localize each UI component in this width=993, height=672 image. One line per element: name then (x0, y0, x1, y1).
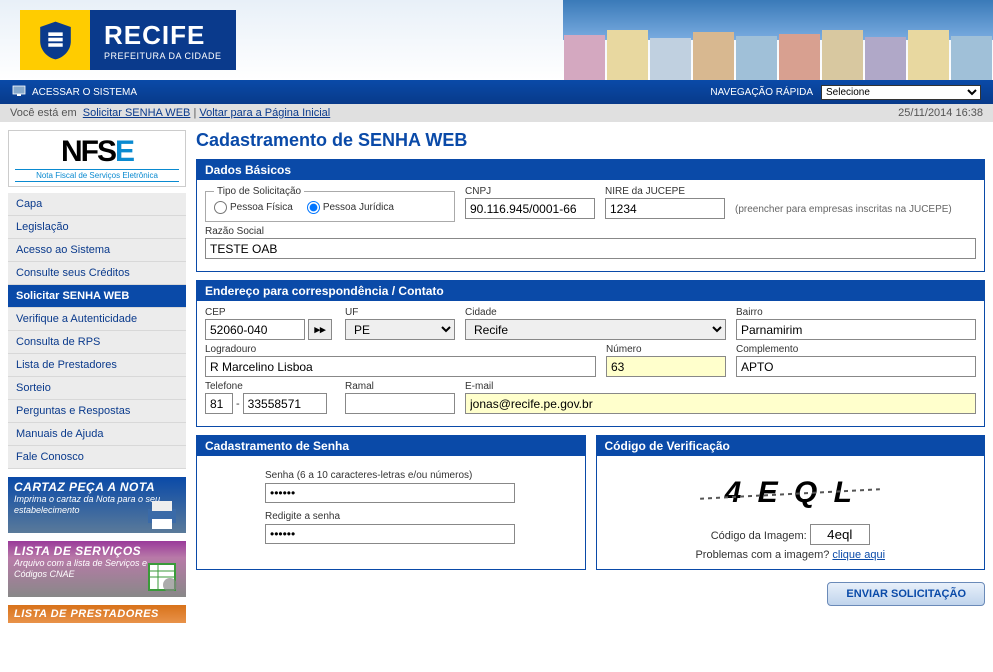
logradouro-input[interactable] (205, 356, 596, 377)
captcha-refresh-link[interactable]: clique aqui (832, 549, 885, 561)
page-timestamp: 25/11/2014 16:38 (898, 107, 983, 119)
breadcrumb-link-2[interactable]: Voltar para a Página Inicial (199, 107, 330, 119)
menu-item-creditos[interactable]: Consulte seus Créditos (8, 262, 186, 285)
sidebar-menu: Capa Legislação Acesso ao Sistema Consul… (8, 193, 186, 469)
panel-senha: Cadastramento de Senha Senha (6 a 10 car… (196, 435, 586, 570)
numero-input[interactable] (606, 356, 726, 377)
panel-endereco: Endereço para correspondência / Contato … (196, 280, 985, 427)
breadcrumb: Você está em Solicitar SENHA WEB | Volta… (0, 104, 993, 122)
logo-city: RECIFE (104, 20, 222, 51)
panel-header-basicos: Dados Básicos (197, 160, 984, 180)
radio-pj[interactable]: Pessoa Jurídica (307, 201, 394, 214)
topbar: ACESSAR O SISTEMA NAVEGAÇÃO RÁPIDA Selec… (0, 80, 993, 104)
nire-hint: (preencher para empresas inscritas na JU… (735, 194, 952, 215)
menu-item-sorteio[interactable]: Sorteio (8, 377, 186, 400)
cnpj-input[interactable] (465, 198, 595, 219)
menu-item-rps[interactable]: Consulta de RPS (8, 331, 186, 354)
promo-cartaz[interactable]: CARTAZ PEÇA A NOTA Imprima o cartaz da N… (8, 477, 186, 533)
nfse-logo: NFSE Nota Fiscal de Serviços Eletrônica (8, 130, 186, 187)
menu-item-contato[interactable]: Fale Conosco (8, 446, 186, 469)
nav-rapid-select[interactable]: Selecione (821, 85, 981, 100)
access-system-link[interactable]: ACESSAR O SISTEMA (32, 87, 137, 98)
nire-input[interactable] (605, 198, 725, 219)
breadcrumb-prefix: Você está em (10, 107, 77, 119)
menu-item-prestadores[interactable]: Lista de Prestadores (8, 354, 186, 377)
page-header: RECIFE PREFEITURA DA CIDADE (0, 0, 993, 80)
ramal-input[interactable] (345, 393, 455, 414)
sidebar: NFSE Nota Fiscal de Serviços Eletrônica … (8, 130, 186, 623)
submit-button[interactable]: ENVIAR SOLICITAÇÃO (827, 582, 985, 606)
monitor-icon (12, 85, 26, 100)
menu-item-manuais[interactable]: Manuais de Ajuda (8, 423, 186, 446)
senha-confirm-input[interactable] (265, 524, 515, 544)
menu-item-senha-web[interactable]: Solicitar SENHA WEB (8, 285, 186, 308)
page-title: Cadastramento de SENHA WEB (196, 130, 985, 151)
nav-rapid-label: NAVEGAÇÃO RÁPIDA (710, 87, 813, 98)
spreadsheet-icon (142, 559, 182, 595)
menu-item-capa[interactable]: Capa (8, 193, 186, 216)
menu-item-acesso[interactable]: Acesso ao Sistema (8, 239, 186, 262)
cidade-select[interactable]: Recife (465, 319, 726, 340)
menu-item-faq[interactable]: Perguntas e Respostas (8, 400, 186, 423)
telefone-input[interactable] (243, 393, 327, 414)
menu-item-legislacao[interactable]: Legislação (8, 216, 186, 239)
captcha-input[interactable] (810, 524, 870, 545)
printer-icon (142, 495, 182, 531)
captcha-image: 4 E Q L (700, 468, 880, 518)
cep-input[interactable] (205, 319, 305, 340)
panel-header-endereco: Endereço para correspondência / Contato (197, 281, 984, 301)
panel-captcha: Código de Verificação 4 E Q L Código da … (596, 435, 986, 570)
senha-input[interactable] (265, 483, 515, 503)
main-content: Cadastramento de SENHA WEB Dados Básicos… (196, 130, 985, 623)
promo-prestadores[interactable]: LISTA DE PRESTADORES (8, 605, 186, 623)
breadcrumb-link-1[interactable]: Solicitar SENHA WEB (83, 107, 191, 119)
panel-header-senha: Cadastramento de Senha (197, 436, 585, 456)
radio-pf[interactable]: Pessoa Física (214, 201, 293, 214)
logo-sub: PREFEITURA DA CIDADE (104, 51, 222, 61)
bairro-input[interactable] (736, 319, 976, 340)
panel-dados-basicos: Dados Básicos Tipo de Solicitação Pessoa… (196, 159, 985, 272)
complemento-input[interactable] (736, 356, 976, 377)
email-input[interactable] (465, 393, 976, 414)
telefone-ddd-input[interactable] (205, 393, 233, 414)
skyline-decoration (563, 0, 993, 80)
promo-servicos[interactable]: LISTA DE SERVIÇOS Arquivo com a lista de… (8, 541, 186, 597)
menu-item-autenticidade[interactable]: Verifique a Autenticidade (8, 308, 186, 331)
cep-lookup-button[interactable]: ▸▸ (308, 319, 332, 340)
razao-social-input[interactable] (205, 238, 976, 259)
uf-select[interactable]: PE (345, 319, 455, 340)
panel-header-captcha: Código de Verificação (597, 436, 985, 456)
logo-shield-icon (20, 10, 90, 70)
